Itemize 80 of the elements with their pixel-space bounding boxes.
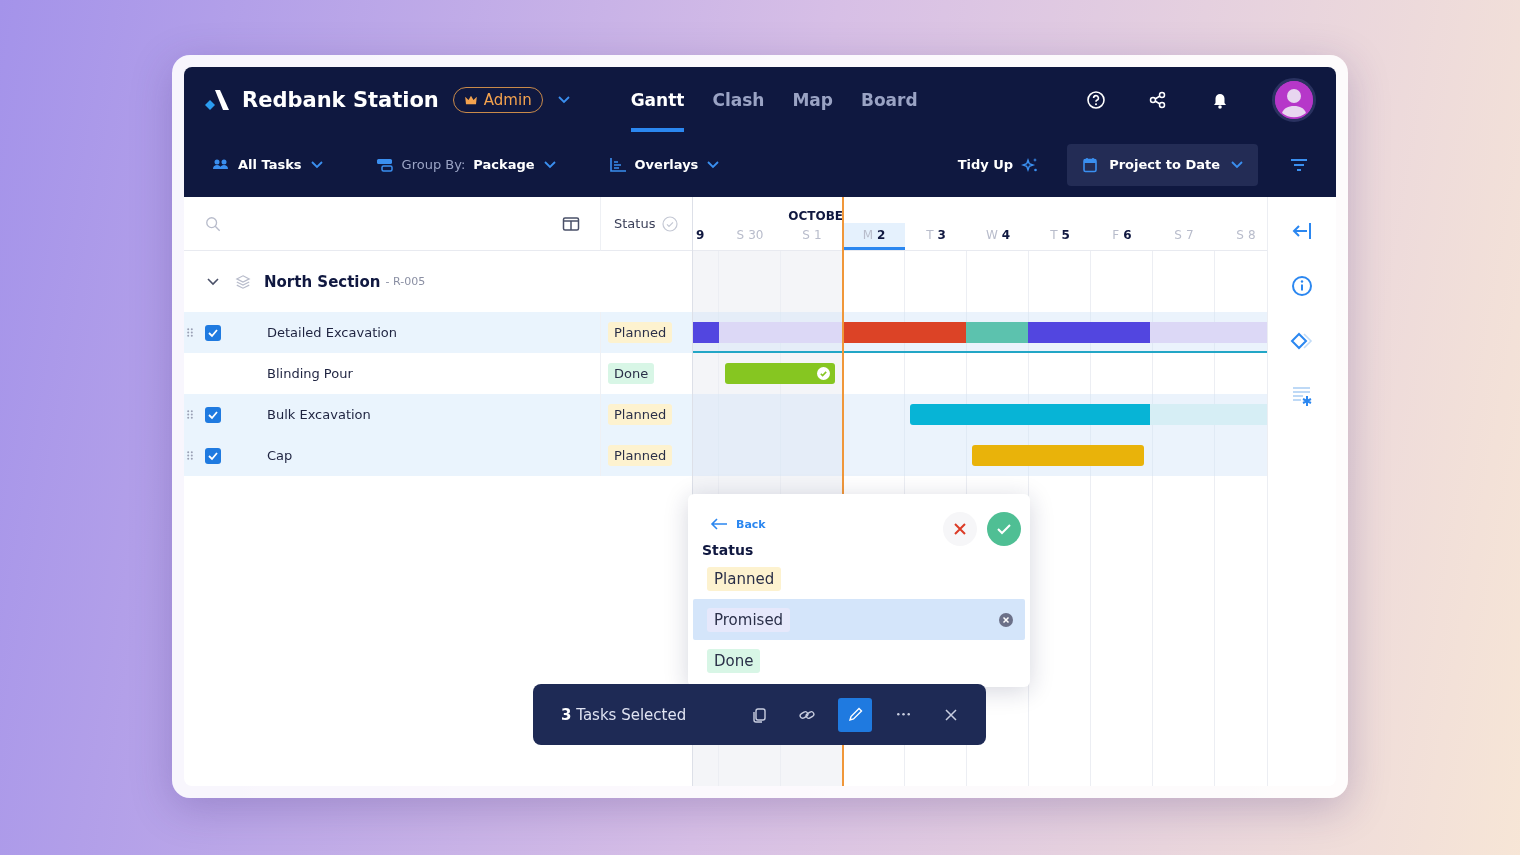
- gantt-bar[interactable]: [725, 363, 835, 384]
- filter-icon[interactable]: [1290, 157, 1308, 172]
- drag-handle-icon[interactable]: [187, 410, 193, 419]
- more-icon: [896, 713, 910, 716]
- search-icon[interactable]: [204, 215, 222, 232]
- day-label: T 5: [1049, 227, 1071, 244]
- info-icon[interactable]: [1289, 274, 1314, 298]
- tidy-up-button[interactable]: Tidy Up: [957, 156, 1040, 173]
- confirm-button[interactable]: [987, 512, 1021, 546]
- all-tasks-dropdown[interactable]: All Tasks: [212, 156, 324, 173]
- share-icon[interactable]: [1148, 89, 1168, 110]
- calendar-icon: [1081, 156, 1100, 173]
- day-label: S 8: [1235, 227, 1257, 244]
- status-option[interactable]: Planned: [693, 558, 1025, 599]
- day-label: T 3: [925, 227, 947, 244]
- logo-icon: [204, 88, 230, 111]
- task-name: Bulk Excavation: [267, 407, 371, 422]
- status-tag[interactable]: Done: [608, 363, 655, 384]
- day-label: S 1: [801, 227, 823, 244]
- day-label: 9: [695, 227, 706, 244]
- close-icon: [943, 706, 959, 723]
- cancel-button[interactable]: [943, 512, 977, 546]
- status-tag[interactable]: Planned: [608, 445, 673, 466]
- status-option[interactable]: Promised: [693, 599, 1025, 640]
- task-row[interactable]: Bulk Excavation: [184, 394, 600, 435]
- group-name: North Section: [264, 272, 381, 291]
- status-tag[interactable]: Planned: [608, 322, 673, 343]
- pencil-button[interactable]: [838, 697, 872, 732]
- drag-handle-icon[interactable]: [187, 451, 193, 460]
- pencil-icon: [847, 706, 863, 723]
- popup-title: Status: [702, 542, 755, 558]
- chevron-down-icon[interactable]: [556, 94, 571, 105]
- day-label: S 7: [1173, 227, 1195, 244]
- day-label: S 30: [735, 227, 765, 244]
- selection-count: 3 Tasks Selected: [561, 705, 688, 724]
- user-avatar[interactable]: [1272, 77, 1316, 122]
- group-code: - R-005: [385, 275, 426, 288]
- crown-icon: [463, 94, 478, 105]
- chevron-down-icon: [1230, 159, 1244, 170]
- task-name: Blinding Pour: [267, 366, 353, 381]
- group-by-dropdown[interactable]: Group By: Package: [375, 156, 557, 173]
- view-tab[interactable]: Board: [861, 67, 918, 132]
- task-row[interactable]: Cap: [184, 435, 600, 476]
- copy-icon: [751, 706, 767, 723]
- view-tab[interactable]: Map: [792, 67, 833, 132]
- status-option[interactable]: Done: [693, 640, 1025, 681]
- sparkle-icon: [1021, 156, 1040, 173]
- day-label: W 4: [984, 227, 1012, 244]
- chevron-down-icon: [706, 159, 721, 170]
- drag-handle-icon[interactable]: [187, 328, 193, 337]
- back-link[interactable]: Back: [702, 516, 766, 532]
- column-header: Status: [614, 216, 656, 231]
- month-label: OCTOBE: [787, 209, 843, 223]
- checkbox[interactable]: [205, 406, 221, 423]
- columns-icon[interactable]: [562, 215, 580, 232]
- chevron-down-icon: [542, 159, 557, 170]
- task-name: Detailed Excavation: [267, 325, 398, 340]
- chart-icon: [608, 156, 627, 173]
- chevron-down-icon: [309, 159, 324, 170]
- project-title: Redbank Station: [242, 87, 439, 112]
- clear-icon[interactable]: [999, 612, 1013, 627]
- checkbox[interactable]: [205, 324, 221, 341]
- task-row[interactable]: Detailed Excavation: [184, 312, 600, 353]
- status-tag[interactable]: Planned: [608, 404, 673, 425]
- check-circle-icon: [817, 367, 830, 380]
- check-circle-icon: [661, 215, 680, 232]
- date-range-dropdown[interactable]: Project to Date: [1067, 143, 1258, 186]
- day-label: F 6: [1111, 227, 1133, 244]
- task-name: Cap: [267, 448, 293, 463]
- group-icon: [375, 156, 394, 173]
- view-tab[interactable]: Gantt: [630, 67, 685, 132]
- arrow-left-icon: [710, 516, 728, 532]
- overlays-dropdown[interactable]: Overlays: [608, 156, 721, 173]
- checkmark-icon: [997, 523, 1011, 535]
- help-icon[interactable]: [1086, 89, 1106, 110]
- task-row[interactable]: Blinding Pour: [184, 353, 600, 394]
- close-icon: [954, 523, 966, 535]
- view-tab[interactable]: Clash: [712, 67, 765, 132]
- checkbox[interactable]: [205, 447, 221, 464]
- layers-icon: [234, 273, 252, 290]
